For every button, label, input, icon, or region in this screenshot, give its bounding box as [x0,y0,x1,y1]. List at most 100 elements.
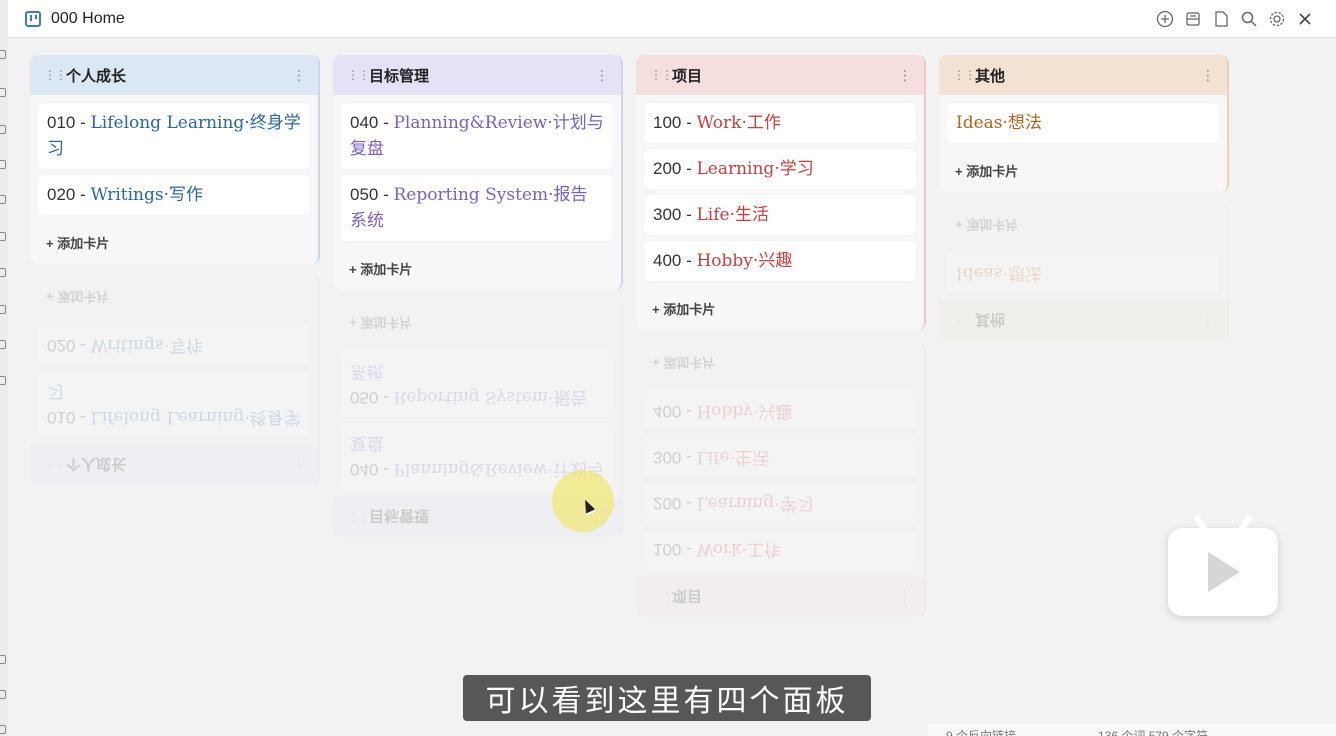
reflection-part: 010 - Lifelong Learning·终身学习 [38,371,310,437]
add-card-button[interactable]: + 添加卡片 [939,149,1227,192]
lane-reflection: ⋮⋮ 项目 ⋮ 100 - Work·工作 200 - Learning·学习 300 -… [636,342,926,617]
kanban-card[interactable]: 100 - Work·工作 [644,103,916,143]
card-link[interactable]: Ideas·想法 [956,113,1042,133]
reflection-part: 其他 [975,311,1006,329]
kanban-lane: ⋮⋮ 其他 ⋮ Ideas·想法 + 添加卡片 [939,55,1229,192]
note-title: 000 Home [51,9,125,27]
kanban-card[interactable]: 040 - Planning&Review·计划与复盘 [341,103,613,169]
reflection-part: 个人成长 [66,455,127,473]
reflection-part: 050 - Reporting System·报告系统 [341,351,613,417]
card-number: 010 - [47,113,91,132]
reflection-part: ⋮⋮ 项目 ⋮ [636,577,924,617]
backlinks-count[interactable]: 9 个反向链接 [946,727,1016,736]
card-number: 050 - [350,185,394,204]
file-icon[interactable] [1210,8,1232,30]
kanban-card[interactable]: Ideas·想法 [947,103,1219,143]
new-note-icon[interactable] [1154,8,1176,30]
card-link[interactable]: Hobby·兴趣 [696,251,792,271]
reflection-part: Writings·写作 [90,335,203,355]
reflection-part: ⋮⋮ [650,590,672,604]
reflection-part: 300 - [653,448,697,467]
lane-title: 项目 [672,67,703,85]
lane-reflection: ⋮⋮ 个人成长 ⋮ 010 - Lifelong Learning·终身学习 020 -… [30,276,320,485]
reflection-part: 200 - Learning·学习 [644,483,916,523]
card-link[interactable]: Life·生活 [696,205,768,225]
archive-icon[interactable] [1182,8,1204,30]
reflection-part: ⋮⋮ [44,458,66,472]
reflection-part: ⋮ [292,457,306,474]
kanban-lane: ⋮⋮ 项目 ⋮ 100 - Work·工作 200 - Learning·学习 300 -… [636,55,926,330]
reflection-part: Learning·学习 [696,493,814,513]
reflection-part: 100 - Work·工作 [644,529,916,569]
close-icon[interactable] [1294,8,1316,30]
reflection-part: Ideas·想法 [956,263,1042,283]
lane-reflection: ⋮⋮ 其他 ⋮ Ideas·想法 + 添加卡片 [939,204,1229,341]
lane-menu-icon[interactable]: ⋮ [898,67,912,84]
card-number: 400 - [653,251,697,270]
settings-icon[interactable] [1266,8,1288,30]
drag-handle-icon[interactable]: ⋮⋮ [347,69,370,81]
lane-header[interactable]: ⋮⋮ 项目 ⋮ [636,55,924,95]
reflection-part: + 添加卡片 [652,355,716,370]
card-link[interactable]: Writings·写作 [90,185,203,205]
lane-menu-icon[interactable]: ⋮ [1201,67,1215,84]
kanban-card[interactable]: 020 - Writings·写作 [38,175,310,215]
lane-title: 其他 [975,67,1006,85]
status-bar: 9 个反向链接 136 个词 579 个字符 [928,724,1336,736]
lane-title: 目标管理 [369,67,430,85]
reflection-part: 010 - [47,408,91,427]
lane-header[interactable]: ⋮⋮ 个人成长 ⋮ [30,55,318,95]
card-number: 200 - [653,159,697,178]
reflection-part: + 添加卡片 [349,315,413,330]
reflection-part: 050 - [350,388,394,407]
kanban-card[interactable]: 050 - Reporting System·报告系统 [341,175,613,241]
search-icon[interactable] [1238,8,1260,30]
drag-handle-icon[interactable]: ⋮⋮ [44,69,67,81]
reflection-part: 300 - Life·生活 [644,437,916,477]
lane-header[interactable]: ⋮⋮ 其他 ⋮ [939,55,1227,95]
kanban-card[interactable]: 400 - Hobby·兴趣 [644,241,916,281]
reflection-part: + 添加卡片 [955,217,1019,232]
reflection-part: 040 - [350,460,394,479]
reflection-part: 200 - [653,494,697,513]
left-ribbon [0,0,8,736]
bilibili-play-icon[interactable] [1168,514,1278,616]
kanban-card[interactable]: 010 - Lifelong Learning·终身学习 [38,103,310,169]
reflection-part: ⋮⋮ 个人成长 ⋮ [30,445,318,485]
reflection-part: ⋮⋮ [953,314,975,328]
kanban-card[interactable]: 200 - Learning·学习 [644,149,916,189]
reflection-part: Work·工作 [696,539,781,559]
reflection-part: 项目 [672,587,703,605]
kanban-card[interactable]: 300 - Life·生活 [644,195,916,235]
lane-header[interactable]: ⋮⋮ 目标管理 ⋮ [333,55,621,95]
lane-menu-icon[interactable]: ⋮ [595,67,609,84]
word-count: 136 个词 579 个字符 [1098,729,1209,736]
title-bar: 000 Home [8,0,1336,38]
add-card-button[interactable]: + 添加卡片 [30,221,318,264]
reflection-part: 100 - [653,540,697,559]
reflection-part: Ideas·想法 [947,253,1219,293]
lane-menu-icon[interactable]: ⋮ [292,67,306,84]
add-card-button[interactable]: + 添加卡片 [636,287,924,330]
card-link[interactable]: Work·工作 [696,113,780,133]
reflection-part: Hobby·兴趣 [696,401,793,421]
reflection-part: ⋮ [898,589,912,606]
reflection-part: ⋮ [1201,313,1215,330]
kanban-lane: ⋮⋮ 目标管理 ⋮ 040 - Planning&Review·计划与复盘 050 - … [333,55,623,290]
kanban-lane: ⋮⋮ 个人成长 ⋮ 010 - Lifelong Learning·终身学习 020 -… [30,55,320,264]
reflection-part: 020 - [47,336,91,355]
reflection-part: ⋮⋮ [347,510,369,524]
reflection-part: 400 - Hobby·兴趣 [644,391,916,431]
card-number: 300 - [653,205,697,224]
card-number: 100 - [653,113,697,132]
drag-handle-icon[interactable]: ⋮⋮ [953,69,976,81]
reflection-part: 020 - Writings·写作 [38,325,310,365]
card-link[interactable]: Learning·学习 [696,159,813,179]
video-subtitle: 可以看到这里有四个面板 [463,675,871,721]
reflection-part: + 添加卡片 [46,289,110,304]
kanban-icon [25,10,41,27]
drag-handle-icon[interactable]: ⋮⋮ [650,69,673,81]
card-number: 040 - [350,113,394,132]
add-card-button[interactable]: + 添加卡片 [333,247,621,290]
lane-title: 个人成长 [66,67,127,85]
